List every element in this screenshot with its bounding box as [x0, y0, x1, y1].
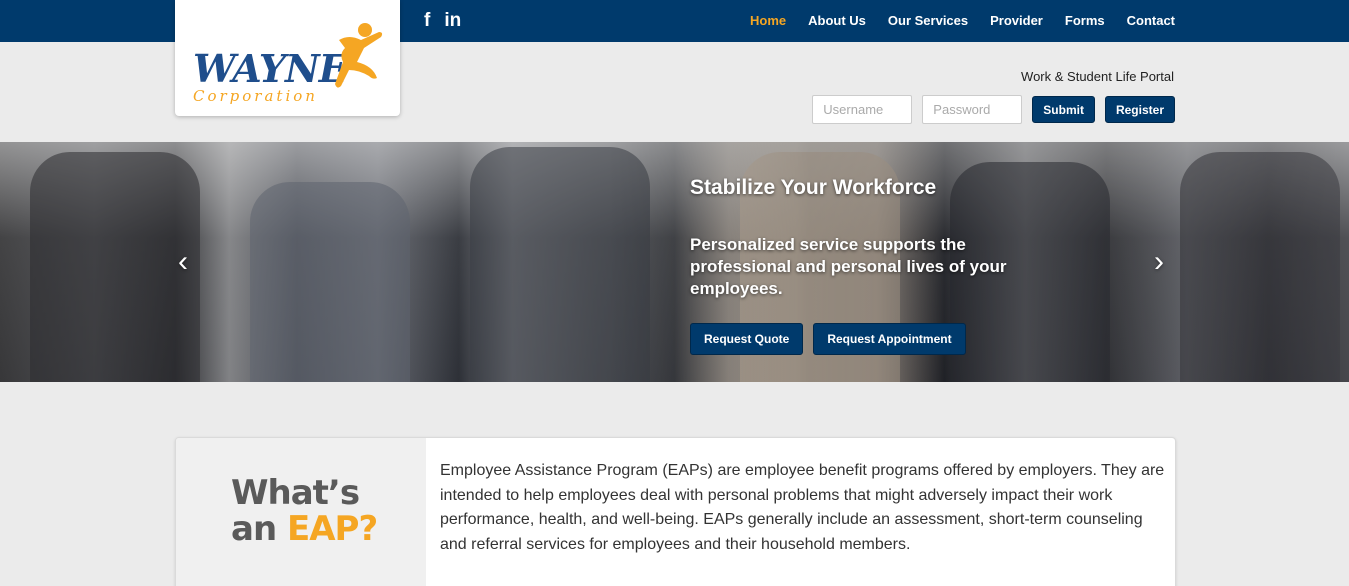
main-nav: Home About Us Our Services Provider Form… [750, 13, 1175, 28]
eap-description: Employee Assistance Program (EAPs) are e… [440, 462, 1165, 553]
logo-wordmark: WAYNE [193, 46, 349, 91]
eap-heading-an: an [231, 509, 277, 549]
facebook-icon[interactable]: f [424, 10, 430, 32]
request-quote-button[interactable]: Request Quote [690, 323, 804, 355]
hero-photo-person [1180, 152, 1340, 382]
nav-home[interactable]: Home [750, 13, 786, 28]
hero-photo-person [470, 147, 650, 382]
hero-subtitle: Personalized service supports the profes… [690, 235, 1007, 298]
carousel-next-arrow[interactable]: › [1154, 244, 1164, 280]
running-figure-icon [335, 23, 383, 88]
carousel-prev-arrow[interactable]: ‹ [178, 244, 188, 280]
wayne-logo-icon: WAYNE Corporation [193, 23, 383, 105]
nav-forms[interactable]: Forms [1065, 13, 1105, 28]
nav-our-services[interactable]: Our Services [888, 13, 968, 28]
linkedin-icon[interactable]: in [444, 10, 461, 32]
login-form: Submit Register [812, 95, 1175, 124]
social-links: f in [424, 10, 461, 32]
submit-button[interactable]: Submit [1032, 96, 1095, 123]
hero-photo-person [30, 152, 200, 382]
logo[interactable]: WAYNE Corporation [175, 0, 400, 116]
password-input[interactable] [922, 95, 1023, 124]
eap-heading-accent: EAP? [287, 509, 378, 549]
logo-subtitle: Corporation [193, 87, 318, 105]
request-appointment-button[interactable]: Request Appointment [813, 323, 966, 355]
hero-title: Stabilize Your Workforce [690, 176, 937, 199]
nav-provider[interactable]: Provider [990, 13, 1043, 28]
eap-heading-line1: What’s [231, 473, 360, 513]
hero-buttons: Request Quote Request Appointment [690, 323, 966, 355]
eap-heading-panel: What’s an EAP? [176, 438, 426, 586]
register-button[interactable]: Register [1104, 96, 1175, 123]
hero-carousel [0, 142, 1349, 382]
username-input[interactable] [812, 95, 913, 124]
eap-section: What’s an EAP? Employee Assistance Progr… [175, 437, 1176, 586]
nav-contact[interactable]: Contact [1127, 13, 1175, 28]
eap-heading: What’s an EAP? [231, 473, 378, 549]
nav-about-us[interactable]: About Us [808, 13, 866, 28]
portal-title: Work & Student Life Portal [1021, 69, 1174, 84]
hero-photo-person [250, 182, 410, 382]
